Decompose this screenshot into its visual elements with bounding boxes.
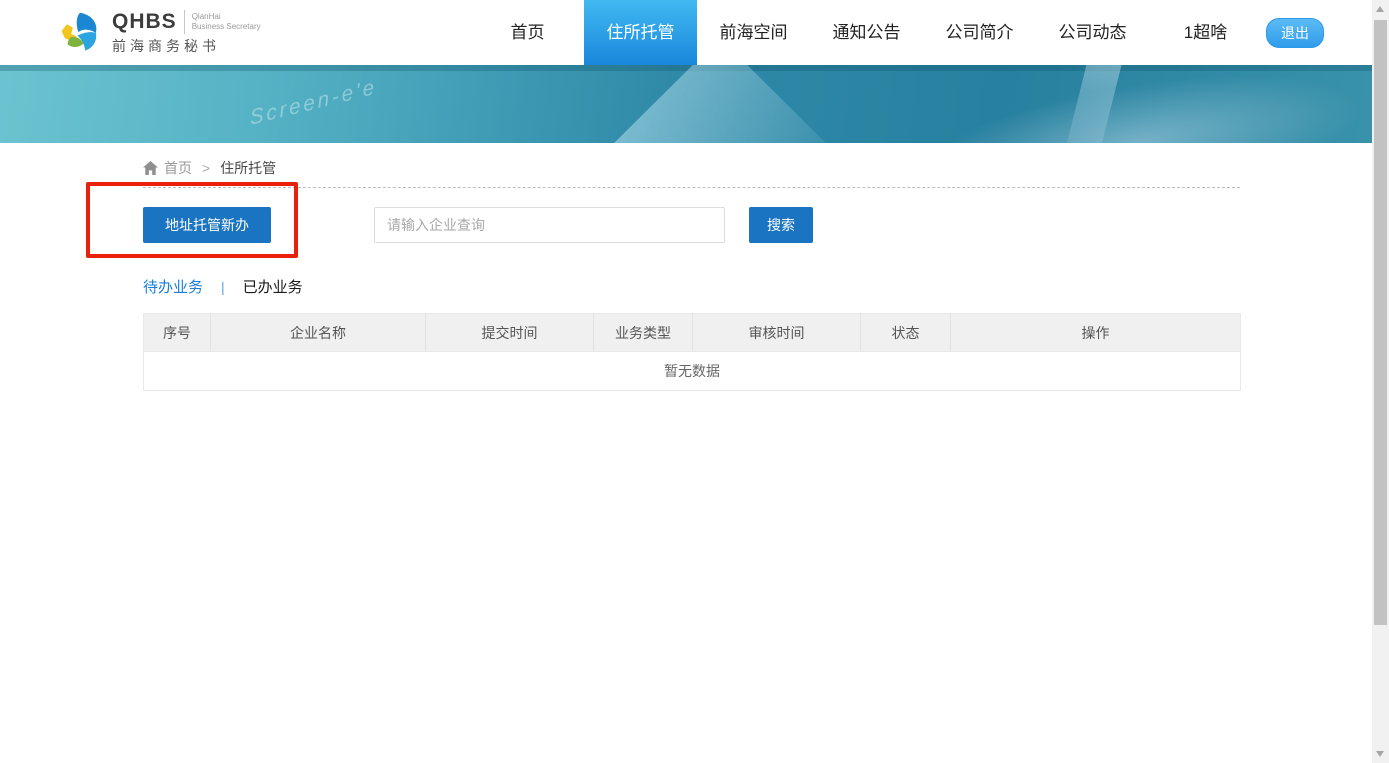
nav-item-residence-hosting[interactable]: 住所托管 xyxy=(584,0,697,65)
company-search-input[interactable] xyxy=(374,207,725,243)
breadcrumb-separator: > xyxy=(202,160,210,176)
breadcrumb-home-link[interactable]: 首页 xyxy=(164,158,192,178)
scrollbar-down-arrow-icon[interactable] xyxy=(1376,751,1384,757)
page-header: QHBS QianHai Business Secretary 前海商务秘书 首… xyxy=(0,0,1389,65)
banner-hand-shape xyxy=(924,65,1389,143)
col-header-company-name: 企业名称 xyxy=(211,314,426,352)
col-header-review-time: 审核时间 xyxy=(693,314,861,352)
col-header-actions: 操作 xyxy=(951,314,1241,352)
logo-tagline-line2: Business Secretary xyxy=(192,22,261,31)
business-table: 序号 企业名称 提交时间 业务类型 审核时间 状态 操作 暂无数据 xyxy=(143,313,1241,391)
tab-pending-business[interactable]: 待办业务 xyxy=(143,276,203,297)
search-button[interactable]: 搜索 xyxy=(749,207,813,243)
logo-splash-icon xyxy=(58,11,102,55)
hero-banner-image: Screen-e'e xyxy=(0,65,1389,143)
logo-texts: QHBS QianHai Business Secretary 前海商务秘书 xyxy=(112,10,261,56)
home-icon xyxy=(143,161,158,175)
logo-tagline: QianHai Business Secretary xyxy=(192,12,261,32)
main-nav: 首页 住所托管 前海空间 通知公告 公司简介 公司动态 1超啥 退出 xyxy=(471,0,1324,65)
new-address-hosting-button[interactable]: 地址托管新办 xyxy=(143,207,271,243)
nav-item-company-news[interactable]: 公司动态 xyxy=(1036,0,1149,65)
username[interactable]: 1超啥 xyxy=(1149,0,1262,65)
empty-state-row: 暂无数据 xyxy=(144,352,1241,391)
tab-divider: | xyxy=(221,279,225,295)
table-body: 暂无数据 xyxy=(144,352,1241,391)
table-header: 序号 企业名称 提交时间 业务类型 审核时间 状态 操作 xyxy=(144,314,1241,352)
banner-laptop-shape xyxy=(600,65,840,143)
col-header-business-type: 业务类型 xyxy=(594,314,693,352)
nav-item-qianhai-space[interactable]: 前海空间 xyxy=(697,0,810,65)
logo-cn-name: 前海商务秘书 xyxy=(112,36,261,56)
scrollbar-track[interactable] xyxy=(1372,0,1389,763)
breadcrumb: 首页 > 住所托管 xyxy=(143,143,1240,179)
logo-abbr: QHBS xyxy=(112,10,177,34)
empty-state-text: 暂无数据 xyxy=(144,352,1241,391)
col-header-status: 状态 xyxy=(861,314,951,352)
nav-item-company-profile[interactable]: 公司简介 xyxy=(923,0,1036,65)
banner-watermark-text: Screen-e'e xyxy=(249,75,378,131)
scrollbar-thumb[interactable] xyxy=(1374,20,1387,625)
breadcrumb-current: 住所托管 xyxy=(220,158,276,178)
col-header-submit-time: 提交时间 xyxy=(426,314,594,352)
col-header-index: 序号 xyxy=(144,314,211,352)
logo-divider xyxy=(184,10,185,34)
nav-item-home[interactable]: 首页 xyxy=(471,0,584,65)
scrollbar-up-arrow-icon[interactable] xyxy=(1376,6,1384,12)
dashed-divider xyxy=(143,187,1240,188)
content-container: 首页 > 住所托管 地址托管新办 搜索 待办业务 | 已办业务 序号 企业名称 … xyxy=(143,143,1240,391)
main-area: 首页 > 住所托管 地址托管新办 搜索 待办业务 | 已办业务 序号 企业名称 … xyxy=(0,143,1389,391)
logout-button[interactable]: 退出 xyxy=(1266,18,1324,48)
logo-link[interactable]: QHBS QianHai Business Secretary 前海商务秘书 xyxy=(58,0,261,65)
tab-completed-business[interactable]: 已办业务 xyxy=(243,276,303,297)
controls-row: 地址托管新办 搜索 xyxy=(143,207,1240,243)
logo-tagline-line1: QianHai xyxy=(192,12,221,21)
table-header-row: 序号 企业名称 提交时间 业务类型 审核时间 状态 操作 xyxy=(144,314,1241,352)
nav-item-announcements[interactable]: 通知公告 xyxy=(810,0,923,65)
business-tabs: 待办业务 | 已办业务 xyxy=(143,276,1240,297)
